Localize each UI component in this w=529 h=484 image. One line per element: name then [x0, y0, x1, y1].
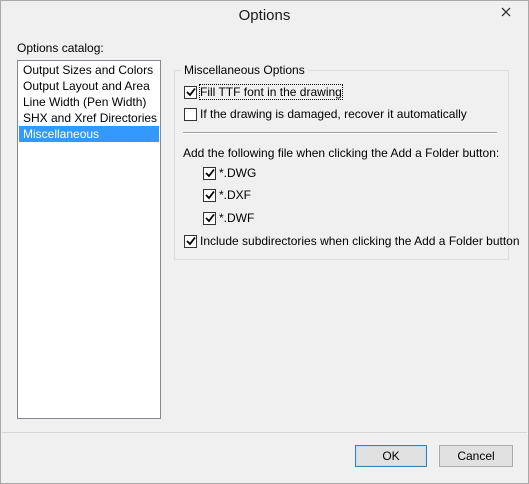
close-button[interactable]: [490, 1, 522, 23]
subdirs-label: Include subdirectories when clicking the…: [200, 234, 520, 248]
dwg-checkbox-row[interactable]: *.DWG: [203, 166, 256, 180]
cancel-button[interactable]: Cancel: [439, 445, 513, 467]
dxf-label: *.DXF: [219, 188, 252, 202]
window-title: Options: [238, 7, 291, 24]
catalog-item-output-sizes[interactable]: Output Sizes and Colors: [19, 62, 159, 78]
add-folder-files-label: Add the following file when clicking the…: [183, 146, 500, 160]
catalog-item-miscellaneous[interactable]: Miscellaneous: [19, 126, 159, 142]
options-catalog-label: Options catalog:: [17, 41, 104, 55]
catalog-item-line-width[interactable]: Line Width (Pen Width): [19, 94, 159, 110]
recover-checkbox-row[interactable]: If the drawing is damaged, recover it au…: [184, 107, 467, 121]
dwf-label: *.DWF: [219, 211, 255, 225]
title-bar[interactable]: Options: [1, 1, 528, 33]
catalog-item-output-layout[interactable]: Output Layout and Area: [19, 78, 159, 94]
options-catalog-list[interactable]: Output Sizes and Colors Output Layout an…: [17, 60, 161, 419]
recover-label: If the drawing is damaged, recover it au…: [200, 107, 467, 121]
checkmark-icon: [204, 213, 215, 223]
fill-ttf-checkbox[interactable]: [184, 85, 197, 99]
checkmark-icon: [204, 190, 215, 200]
ok-button[interactable]: OK: [355, 445, 427, 467]
dwf-checkbox[interactable]: [203, 211, 216, 225]
options-dialog: Options Options catalog: Output Sizes an…: [0, 0, 529, 484]
dwg-label: *.DWG: [219, 166, 257, 180]
group-separator: [183, 132, 497, 134]
catalog-item-shx-xref[interactable]: SHX and Xref Directories: [19, 110, 159, 126]
close-icon: [501, 7, 511, 17]
checkmark-icon: [204, 168, 215, 178]
checkmark-icon: [185, 87, 196, 97]
checkmark-icon: [185, 236, 196, 246]
dwf-checkbox-row[interactable]: *.DWF: [203, 211, 254, 225]
dxf-checkbox[interactable]: [203, 188, 216, 202]
subdirs-checkbox[interactable]: [184, 234, 197, 248]
recover-checkbox[interactable]: [184, 107, 197, 121]
fill-ttf-label: Fill TTF font in the drawing: [199, 84, 343, 100]
footer-separator: [2, 432, 527, 433]
dwg-checkbox[interactable]: [203, 166, 216, 180]
miscellaneous-options-title: Miscellaneous Options: [181, 63, 308, 77]
subdirs-checkbox-row[interactable]: Include subdirectories when clicking the…: [184, 234, 520, 248]
fill-ttf-checkbox-row[interactable]: Fill TTF font in the drawing: [184, 84, 343, 100]
dxf-checkbox-row[interactable]: *.DXF: [203, 188, 251, 202]
